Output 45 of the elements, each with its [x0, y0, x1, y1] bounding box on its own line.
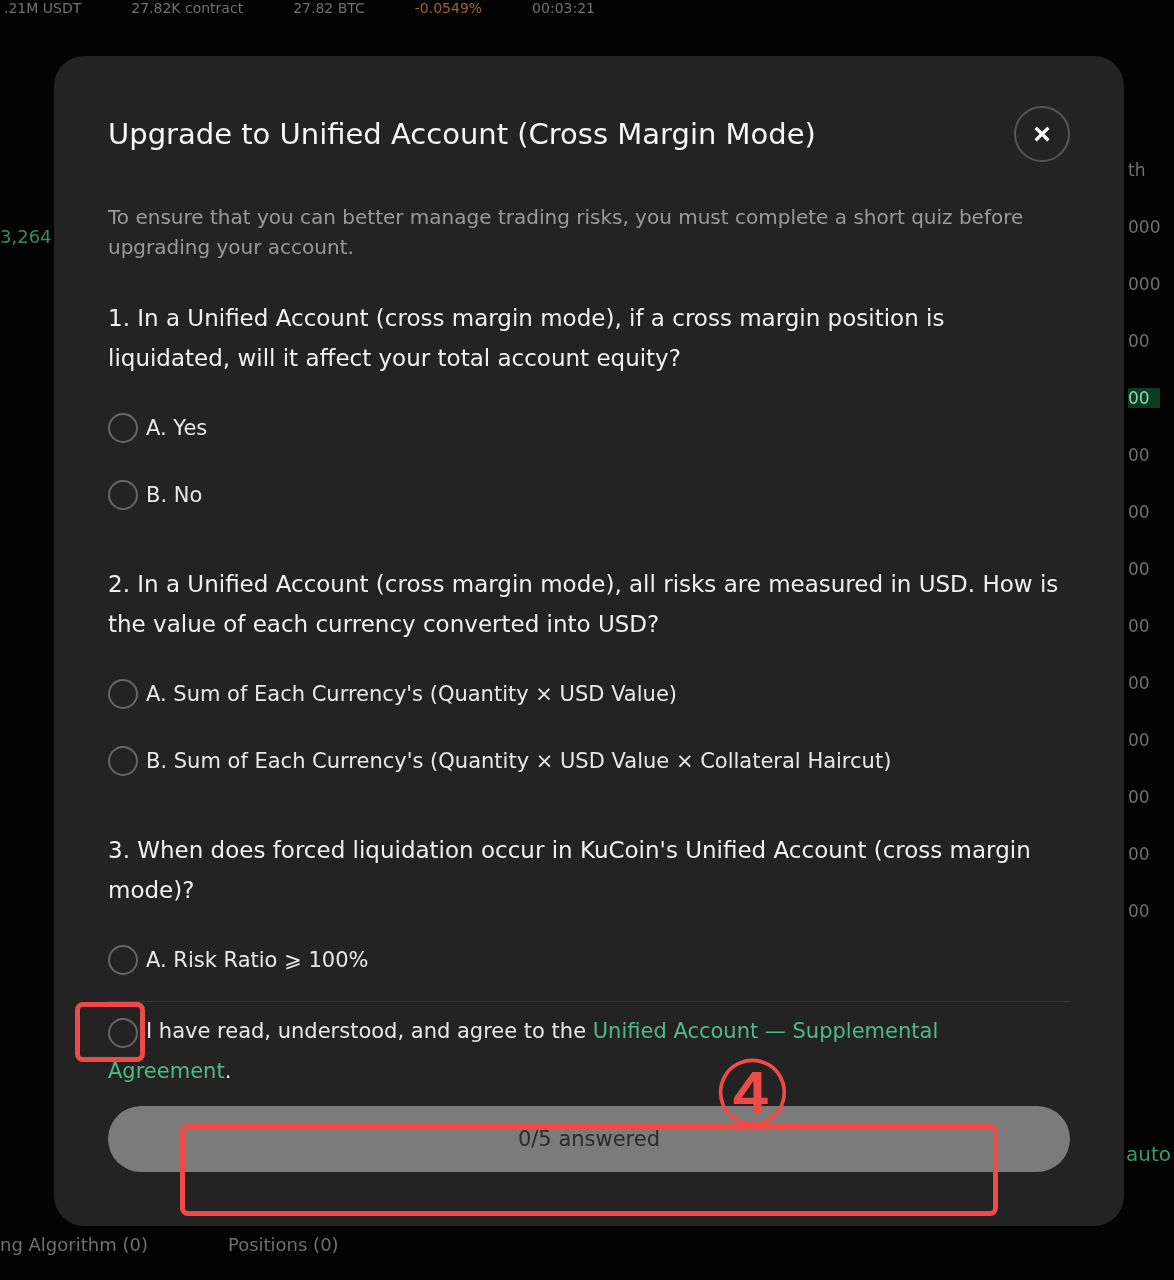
agreement-checkbox[interactable] [108, 1018, 138, 1048]
agreement-text: I have read, understood, and agree to the Unified Account — Supplemental [146, 1018, 939, 1045]
order-book-price: 00 [1128, 559, 1151, 579]
price-label: 3,264 [0, 226, 52, 247]
order-book-price: 00 [1128, 331, 1151, 351]
agreement-link[interactable]: Unified Account — Supplemental [592, 1019, 939, 1043]
order-book-price: 00 [1128, 787, 1151, 807]
radio-button[interactable] [108, 412, 138, 443]
dialog-title: Upgrade to Unified Account (Cross Margin Mode) [108, 117, 816, 151]
order-book-price: 00 [1128, 616, 1151, 636]
radio-button[interactable] [108, 678, 138, 709]
question-text: 2. In a Unified Account (cross margin mode), all risks are measured in USD. How is the value of each currency converted into USD? [108, 570, 1060, 639]
close-button[interactable]: × [1014, 106, 1070, 162]
ticker-value: 00:03:21 [532, 0, 595, 16]
orders-tab[interactable]: ng Algorithm (0) [0, 1234, 148, 1255]
agreement-text: Agreement. [108, 1058, 233, 1085]
order-book-price: 00 [1128, 673, 1151, 693]
ticker-value: 27.82 BTC [293, 0, 365, 16]
question-text: 1. In a Unified Account (cross margin mode), if a cross margin position is liquidated, will it affect your total account equity? [108, 304, 946, 373]
radio-button[interactable] [108, 479, 138, 510]
option-label[interactable]: A. Risk Ratio ⩾ 100% [146, 947, 369, 972]
intro-text: To ensure that you can better manage trading risks, you must complete a short quiz before upgrading your account. [108, 204, 1025, 261]
option-label[interactable]: A. Sum of Each Currency's (Quantity × USD Value) [146, 681, 677, 706]
order-book-price: 00 [1128, 730, 1151, 750]
question-text: 3. When does forced liquidation occur in KuCoin's Unified Account (cross margin mode)? [108, 836, 1032, 905]
agreement-link[interactable]: Agreement [108, 1059, 225, 1083]
option-label[interactable]: B. No [146, 482, 203, 507]
order-book-price: th [1128, 160, 1147, 180]
order-book-price: 00 [1128, 388, 1161, 408]
option-label[interactable]: B. Sum of Each Currency's (Quantity × USD Value × Collateral Haircut) [146, 748, 892, 773]
radio-button[interactable] [108, 944, 138, 975]
order-book-price: 00 [1128, 502, 1151, 522]
ticker-value: 27.82K contract [131, 0, 244, 16]
order-book-price: 00 [1128, 844, 1151, 864]
orders-tab[interactable]: Positions (0) [227, 1234, 339, 1255]
ticker-value: -0.0549% [414, 0, 483, 16]
auto-label: auto [1126, 1142, 1171, 1166]
radio-button[interactable] [108, 745, 138, 776]
order-book-price: 00 [1128, 445, 1151, 465]
option-label[interactable]: A. Yes [146, 415, 208, 440]
annotation-box [75, 1002, 145, 1062]
order-book-price: 000 [1128, 217, 1161, 237]
ticker-value: .21M USDT [4, 0, 82, 16]
order-book-price: 00 [1128, 901, 1151, 921]
order-book-price: 000 [1128, 274, 1161, 294]
